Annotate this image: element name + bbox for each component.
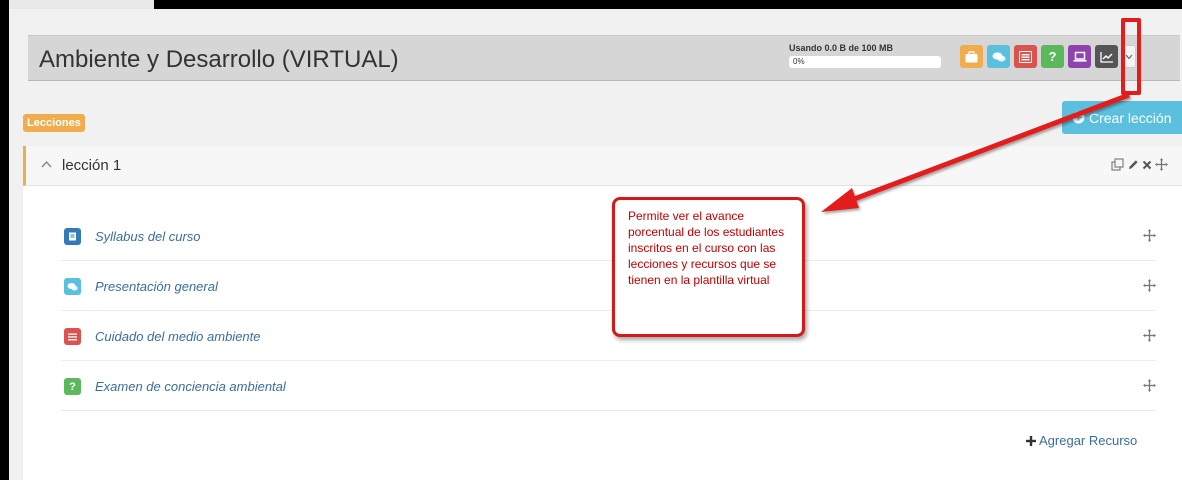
annotation-arrow — [821, 92, 1130, 212]
